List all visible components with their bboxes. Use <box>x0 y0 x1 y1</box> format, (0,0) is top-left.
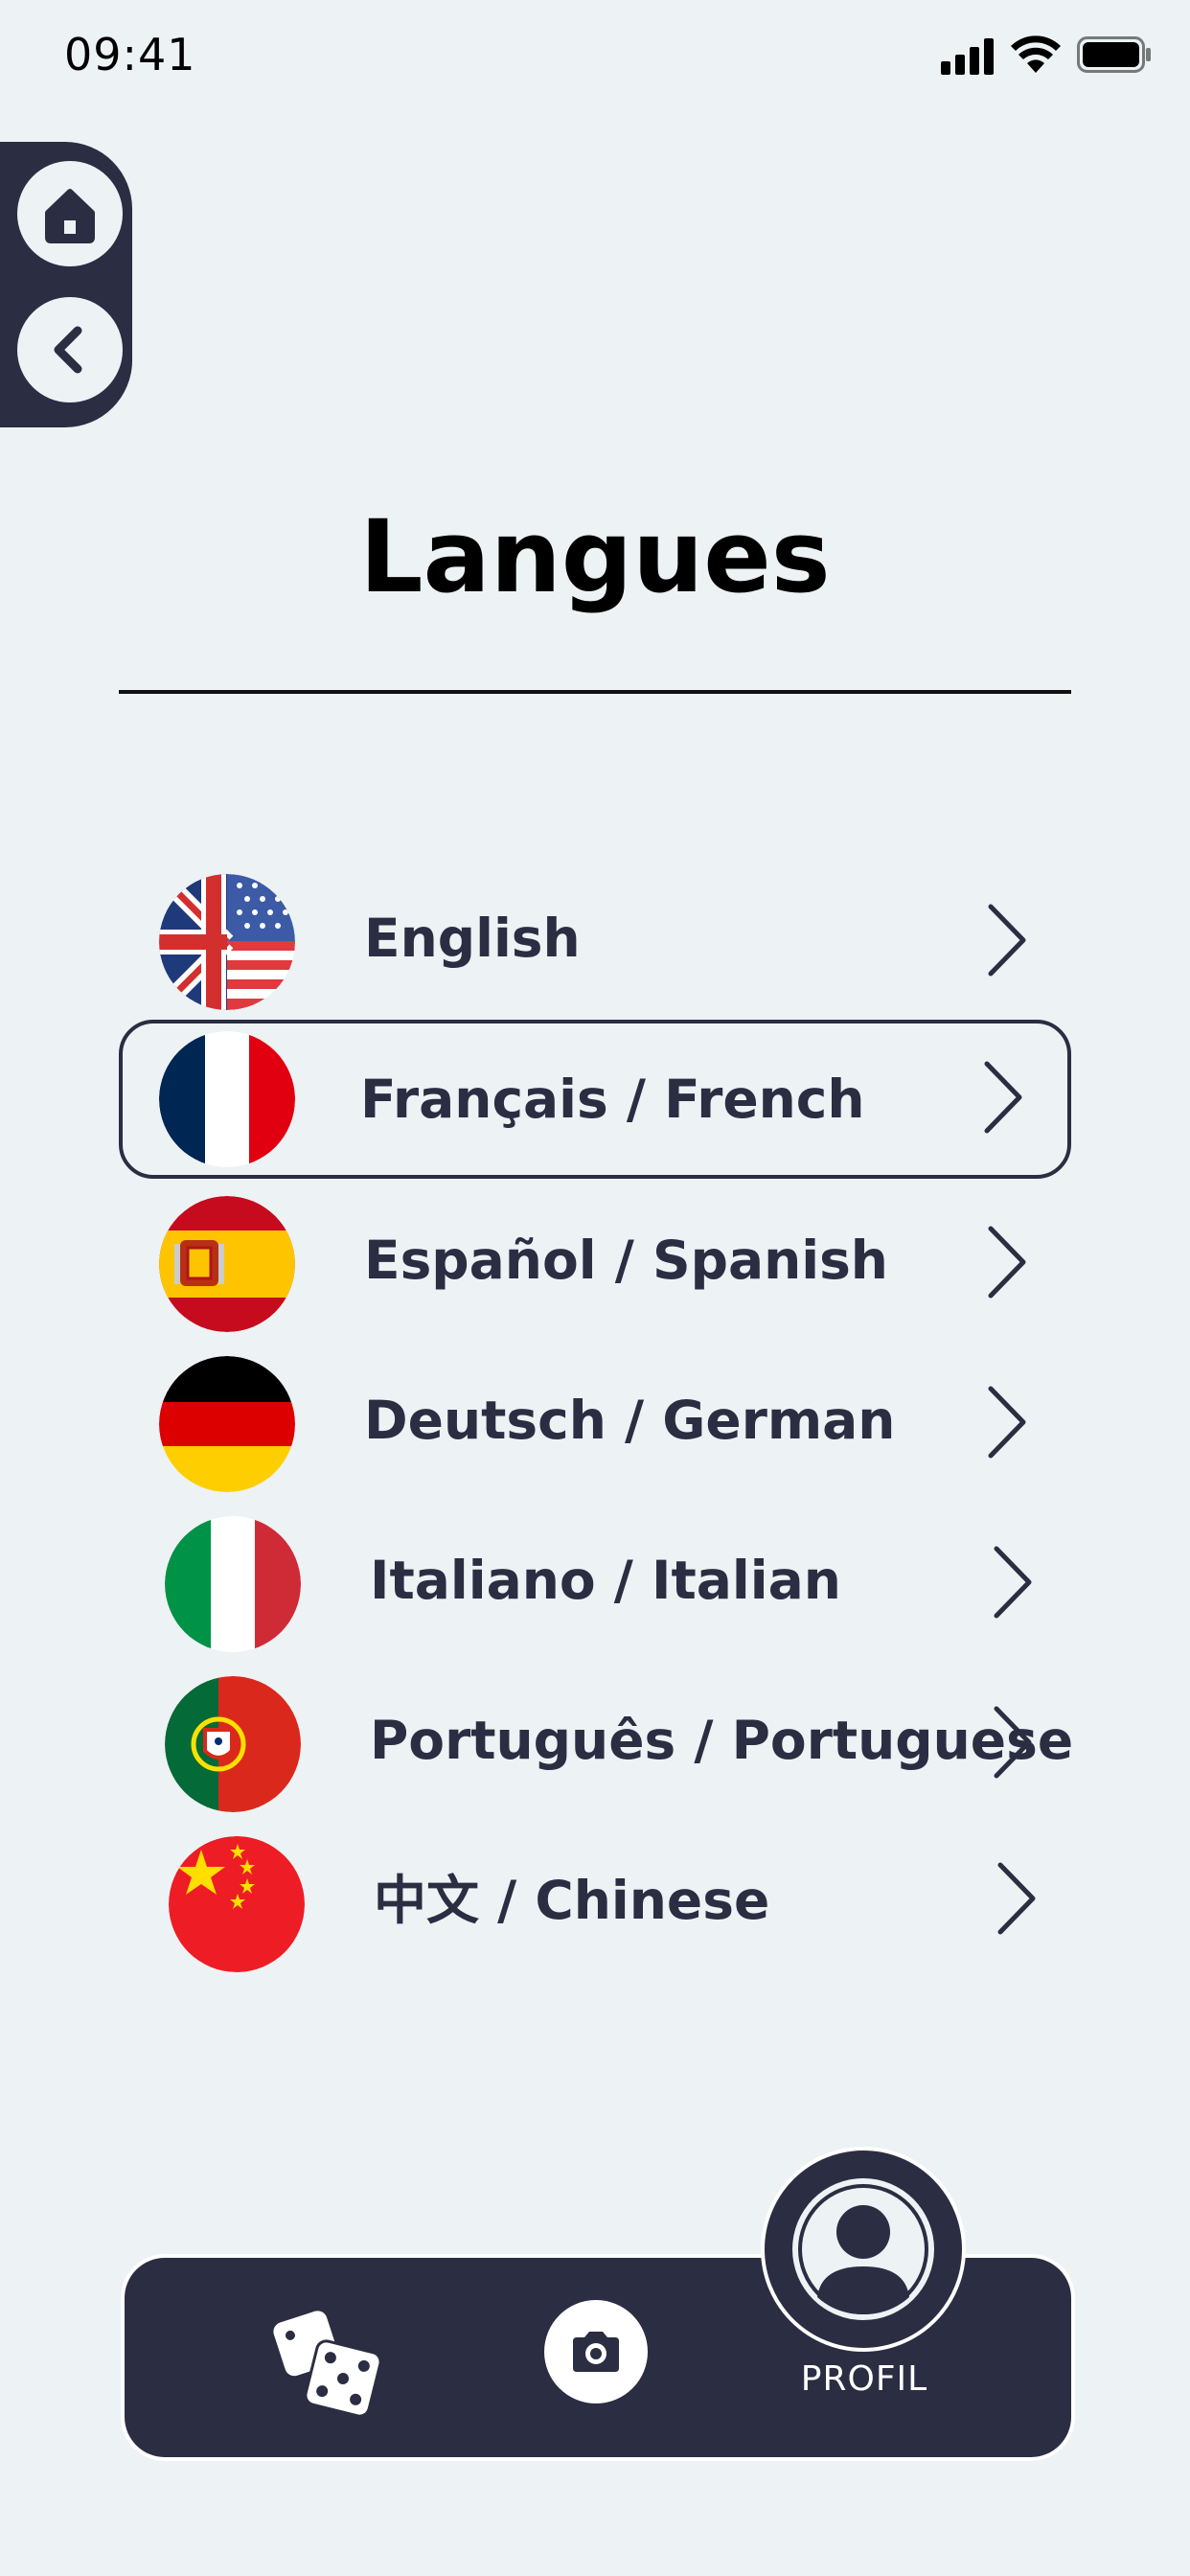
germany-flag-icon <box>159 1356 295 1492</box>
language-label: Français / French <box>360 1069 865 1130</box>
tab-dice[interactable] <box>268 2302 383 2418</box>
portugal-flag-icon <box>165 1676 301 1812</box>
language-item-chinese[interactable]: 中文 / Chinese <box>119 1821 1071 1980</box>
us-uk-flag-icon <box>159 874 295 1010</box>
status-time: 09:41 <box>64 29 196 80</box>
chevron-right-icon <box>988 904 1026 977</box>
italy-flag-icon <box>165 1516 301 1652</box>
language-label: Español / Spanish <box>364 1230 888 1291</box>
battery-icon <box>1077 36 1151 73</box>
spain-flag-icon <box>159 1196 295 1332</box>
chevron-right-icon <box>994 1706 1032 1779</box>
language-item-portuguese[interactable]: Português / Portuguese <box>119 1661 1074 1820</box>
language-item-italian[interactable]: Italiano / Italian <box>119 1501 1071 1660</box>
user-avatar-icon <box>792 2178 934 2320</box>
language-item-french[interactable]: Français / French <box>119 1020 1071 1179</box>
tab-profile[interactable] <box>761 2147 966 2352</box>
language-item-german[interactable]: Deutsch / German <box>119 1341 1071 1500</box>
language-label: 中文 / Chinese <box>374 1870 770 1931</box>
language-label: Deutsch / German <box>364 1390 896 1451</box>
tab-camera[interactable] <box>544 2300 648 2404</box>
chevron-right-icon <box>997 1862 1036 1935</box>
back-button[interactable] <box>17 297 123 402</box>
language-label: Português / Portuguese <box>370 1710 1074 1771</box>
side-navigation <box>0 142 132 427</box>
cellular-signal-icon <box>941 38 994 75</box>
language-item-spanish[interactable]: Español / Spanish <box>119 1181 1071 1340</box>
home-button[interactable] <box>17 161 123 266</box>
chevron-right-icon <box>984 1061 1022 1134</box>
camera-icon <box>573 2332 619 2372</box>
chevron-right-icon <box>988 1226 1026 1299</box>
home-icon <box>45 189 95 243</box>
title-divider <box>119 690 1071 694</box>
france-flag-icon <box>159 1031 295 1167</box>
chevron-right-icon <box>994 1546 1032 1619</box>
dice-icon <box>273 2311 382 2418</box>
language-label: English <box>364 908 581 969</box>
chevron-right-icon <box>988 1386 1026 1459</box>
chevron-left-icon <box>54 326 82 374</box>
wifi-icon <box>1011 35 1061 73</box>
language-item-english[interactable]: English <box>119 859 1071 1018</box>
language-label: Italiano / Italian <box>370 1550 841 1611</box>
china-flag-icon <box>169 1836 305 1972</box>
profile-tab-label: PROFIL <box>800 2359 928 2399</box>
page-title: Langues <box>359 498 831 615</box>
